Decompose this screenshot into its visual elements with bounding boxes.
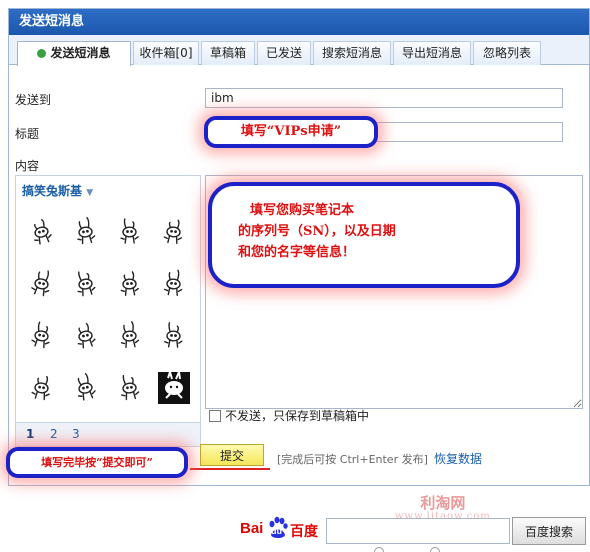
save-draft-label: 不发送，只保存到草稿箱中 [225, 409, 370, 423]
baidu-logo: Bai du 百度 [240, 516, 328, 542]
restore-data-link[interactable]: 恢复数据 [434, 450, 482, 467]
submit-callout: 填写完毕按“提交即可” [6, 447, 188, 478]
emoticon-rabbit-icon[interactable] [152, 362, 196, 414]
panel-title: 发送短消息 [9, 9, 589, 35]
emoticon-rabbit-icon[interactable] [20, 362, 64, 414]
baidu-search-input[interactable] [326, 518, 510, 544]
emoticon-rabbit-icon[interactable] [20, 310, 64, 362]
tab-search-messages[interactable]: 搜索短消息 [313, 41, 391, 65]
emoticon-rabbit-icon[interactable] [108, 362, 152, 414]
emoticon-rabbit-icon[interactable] [108, 206, 152, 258]
chevron-down-icon: ▼ [86, 188, 94, 198]
emoticon-grid [20, 206, 198, 414]
search-option-radio[interactable] [374, 547, 384, 552]
baidu-search-options [374, 547, 454, 552]
emoticon-panel: 搞笑兔斯基 ▼ 1 2 3 [15, 175, 201, 447]
baidu-logo-text-mid: du [271, 526, 282, 536]
emoticon-rabbit-icon[interactable] [64, 206, 108, 258]
content-callout-line-2: 的序列号（SN），以及日期 [238, 224, 396, 239]
save-draft-option[interactable]: 不发送，只保存到草稿箱中 [209, 407, 369, 424]
content-callout-line-1: 填写您购买笔记本 [250, 203, 355, 218]
content-callout-line-3: 和您的名字等信息！ [238, 245, 356, 260]
tab-drafts[interactable]: 草稿箱 [201, 41, 255, 65]
submit-button[interactable]: 提交 [200, 444, 264, 466]
content-callout: 填写您购买笔记本 的序列号（SN），以及日期 和您的名字等信息！ [208, 182, 520, 288]
page-1-link[interactable]: 1 [26, 427, 34, 441]
emoticon-rabbit-icon[interactable] [152, 310, 196, 362]
ctrl-enter-hint: [完成后可按 Ctrl+Enter 发布] [277, 453, 428, 466]
emoticon-rabbit-icon[interactable] [64, 310, 108, 362]
baidu-logo-text-right: 百度 [290, 524, 318, 540]
emoticon-rabbit-icon[interactable] [64, 362, 108, 414]
save-draft-checkbox[interactable] [209, 410, 221, 422]
active-dot-icon [37, 49, 47, 58]
tab-inbox[interactable]: 收件箱[0] [133, 41, 199, 65]
emoticon-rabbit-icon[interactable] [108, 258, 152, 310]
to-label: 发送到 [15, 93, 52, 107]
page-2-link[interactable]: 2 [50, 427, 58, 441]
emoticon-rabbit-icon[interactable] [152, 258, 196, 310]
subject-callout: 填写“VIPs申请” [204, 116, 378, 148]
content-label: 内容 [15, 159, 40, 173]
emoticon-pager: 1 2 3 [16, 422, 200, 446]
tab-ignore-list[interactable]: 忽略列表 [473, 41, 541, 65]
tab-sent[interactable]: 已发送 [257, 41, 311, 65]
baidu-logo-text-left: Bai [240, 520, 264, 537]
emoticon-rabbit-icon[interactable] [20, 206, 64, 258]
emoticon-rabbit-icon[interactable] [64, 258, 108, 310]
tab-bar: 发送短消息 收件箱[0] 草稿箱 已发送 搜索短消息 导出短消息 忽略列表 [9, 35, 589, 66]
emoticon-rabbit-icon[interactable] [152, 206, 196, 258]
emoticon-rabbit-icon[interactable] [20, 258, 64, 310]
baidu-search-button[interactable]: 百度搜索 [512, 517, 586, 545]
emoticon-rabbit-icon[interactable] [108, 310, 152, 362]
recipient-input[interactable] [205, 88, 563, 108]
subject-label: 标题 [15, 127, 40, 141]
tab-label: 发送短消息 [50, 46, 111, 60]
tab-send-message[interactable]: 发送短消息 [17, 41, 131, 66]
tab-export-messages[interactable]: 导出短消息 [393, 41, 471, 65]
submit-underline-mark [190, 468, 270, 470]
emoticon-category-dropdown[interactable]: 搞笑兔斯基 ▼ [22, 182, 93, 199]
search-option-radio[interactable] [430, 547, 440, 552]
page-3-link[interactable]: 3 [72, 427, 80, 441]
emoticon-category-label: 搞笑兔斯基 [22, 184, 83, 198]
